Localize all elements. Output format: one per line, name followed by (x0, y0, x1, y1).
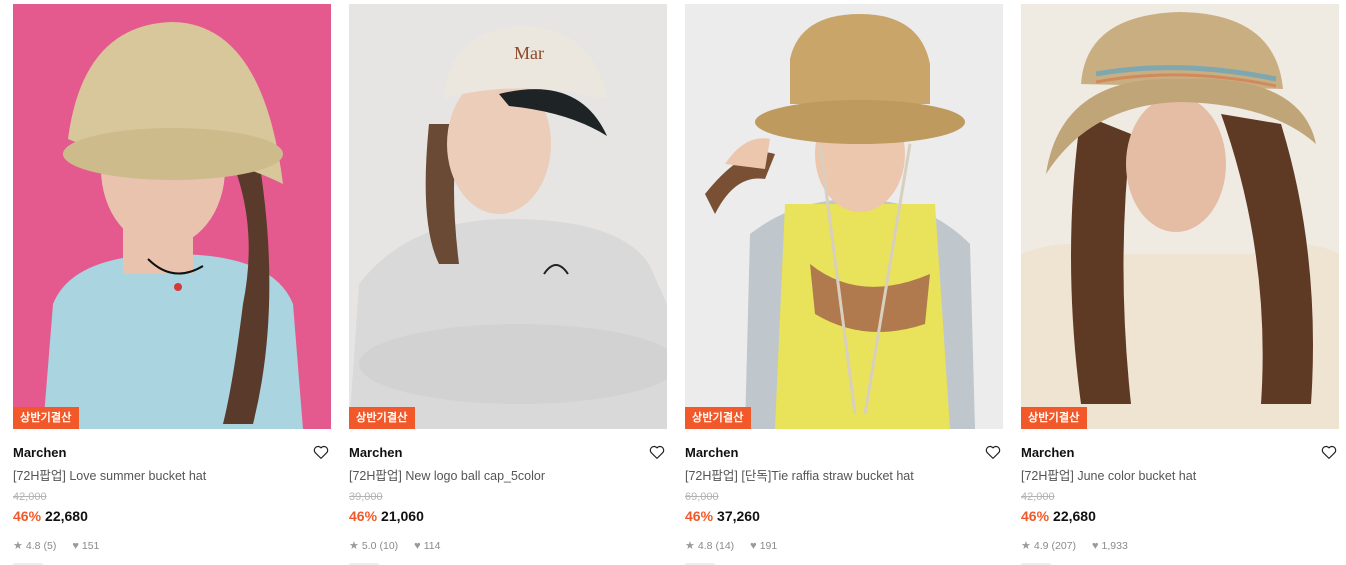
product-meta: ★ 4.8 (14) ♥ 191 (685, 539, 1003, 553)
product-grid: 상반기결산 Marchen [72H팝업] Love summer bucket… (0, 0, 1346, 565)
product-name[interactable]: [72H팝업] New logo ball cap_5color (349, 467, 667, 485)
brand-name[interactable]: Marchen (349, 442, 402, 464)
price-row: 46% 37,260 (685, 507, 1003, 525)
product-image (1021, 4, 1339, 429)
product-image-link[interactable]: 상반기결산 (13, 4, 331, 429)
like-count: 1,933 (1101, 540, 1128, 552)
product-image-link[interactable]: Mar 상반기결산 (349, 4, 667, 429)
sale-price: 21,060 (381, 508, 424, 524)
product-meta: ★ 5.0 (10) ♥ 114 (349, 539, 667, 553)
star-icon: ★ (685, 540, 695, 552)
heart-filled-icon: ♥ (1092, 540, 1099, 552)
heart-outline-icon[interactable] (984, 443, 1002, 461)
star-icon: ★ (13, 540, 23, 552)
like-count: 191 (759, 540, 778, 552)
like-count: 151 (81, 540, 100, 552)
heart-filled-icon: ♥ (750, 540, 757, 552)
promo-badge: 상반기결산 (349, 407, 415, 429)
product-image: Mar (349, 4, 667, 429)
sale-price: 22,680 (45, 508, 88, 524)
product-card[interactable]: 상반기결산 Marchen [72H팝업] Love summer bucket… (13, 4, 331, 565)
sale-price: 37,260 (717, 508, 760, 524)
star-icon: ★ (349, 540, 359, 552)
brand-name[interactable]: Marchen (1021, 442, 1074, 464)
product-card[interactable]: 상반기결산 Marchen [72H팝업] [단독]Tie raffia str… (685, 4, 1003, 565)
brand-name[interactable]: Marchen (13, 442, 66, 464)
product-card[interactable]: Mar 상반기결산 Marchen [72H팝업] New logo ball … (349, 4, 667, 565)
product-name[interactable]: [72H팝업] June color bucket hat (1021, 467, 1339, 485)
price-row: 46% 21,060 (349, 507, 667, 525)
promo-badge: 상반기결산 (1021, 407, 1087, 429)
product-image-link[interactable]: 상반기결산 (685, 4, 1003, 429)
product-name[interactable]: [72H팝업] Love summer bucket hat (13, 467, 331, 485)
discount-rate: 46% (1021, 508, 1050, 524)
rating-value: 4.9 (1033, 540, 1049, 552)
like-count: 114 (423, 540, 441, 552)
rating-value: 4.8 (25, 540, 41, 552)
product-name[interactable]: [72H팝업] [단독]Tie raffia straw bucket hat (685, 467, 1003, 485)
product-meta: ★ 4.8 (5) ♥ 151 (13, 539, 331, 553)
sale-price: 22,680 (1053, 508, 1096, 524)
review-count: (207) (1051, 540, 1076, 552)
heart-outline-icon[interactable] (312, 443, 330, 461)
promo-badge: 상반기결산 (13, 407, 79, 429)
heart-outline-icon[interactable] (648, 443, 666, 461)
heart-filled-icon: ♥ (72, 540, 79, 552)
discount-rate: 46% (685, 508, 714, 524)
price-row: 46% 22,680 (1021, 507, 1339, 525)
review-count: (14) (715, 540, 735, 552)
rating-value: 4.8 (697, 540, 713, 552)
heart-outline-icon[interactable] (1320, 443, 1338, 461)
product-card[interactable]: 상반기결산 Marchen [72H팝업] June color bucket … (1021, 4, 1339, 565)
original-price: 42,000 (13, 491, 47, 503)
product-image (685, 4, 1003, 429)
price-row: 46% 22,680 (13, 507, 331, 525)
heart-filled-icon: ♥ (414, 540, 421, 552)
discount-rate: 46% (349, 508, 378, 524)
rating-value: 5.0 (361, 540, 377, 552)
svg-text:Mar: Mar (514, 43, 544, 63)
discount-rate: 46% (13, 508, 42, 524)
review-count: (10) (379, 540, 399, 552)
product-meta: ★ 4.9 (207) ♥ 1,933 (1021, 539, 1339, 553)
original-price: 69,000 (685, 491, 719, 503)
original-price: 42,000 (1021, 491, 1055, 503)
original-price: 39,000 (349, 491, 383, 503)
product-image-link[interactable]: 상반기결산 (1021, 4, 1339, 429)
product-image (13, 4, 331, 429)
review-count: (5) (43, 540, 57, 552)
promo-badge: 상반기결산 (685, 407, 751, 429)
star-icon: ★ (1021, 540, 1031, 552)
brand-name[interactable]: Marchen (685, 442, 738, 464)
